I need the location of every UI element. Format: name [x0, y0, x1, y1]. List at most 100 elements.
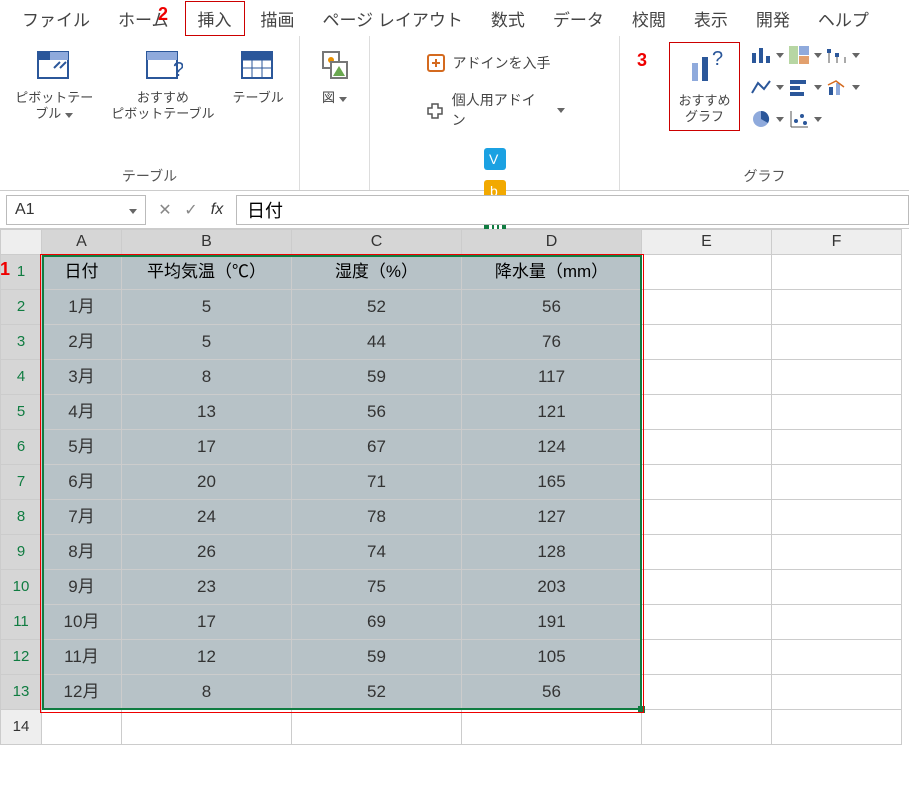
- cell-F5[interactable]: [772, 395, 902, 430]
- cell-A14[interactable]: [42, 710, 122, 745]
- cell-D14[interactable]: [462, 710, 642, 745]
- cell-C1[interactable]: 湿度（%）: [292, 255, 462, 290]
- cell-A13[interactable]: 12月: [42, 675, 122, 710]
- menu-review[interactable]: 校閲: [620, 2, 678, 35]
- cell-E11[interactable]: [642, 605, 772, 640]
- cell-C12[interactable]: 59: [292, 640, 462, 675]
- cell-C13[interactable]: 52: [292, 675, 462, 710]
- row-header[interactable]: 2: [0, 290, 42, 325]
- menu-pagelayout[interactable]: ページ レイアウト: [311, 2, 475, 35]
- cell-A7[interactable]: 6月: [42, 465, 122, 500]
- name-box[interactable]: A1: [6, 195, 146, 225]
- enter-icon[interactable]: ✓: [180, 200, 202, 220]
- bing-maps-icon[interactable]: V: [478, 146, 512, 172]
- cell-A1[interactable]: 日付: [42, 255, 122, 290]
- cell-E14[interactable]: [642, 710, 772, 745]
- cell-F9[interactable]: [772, 535, 902, 570]
- cell-B14[interactable]: [122, 710, 292, 745]
- col-header-F[interactable]: F: [772, 229, 902, 255]
- menu-developer[interactable]: 開発: [744, 2, 802, 35]
- row-header[interactable]: 9: [0, 535, 42, 570]
- col-header-A[interactable]: A: [42, 229, 122, 255]
- cell-D12[interactable]: 105: [462, 640, 642, 675]
- cell-B3[interactable]: 5: [122, 325, 292, 360]
- cell-A11[interactable]: 10月: [42, 605, 122, 640]
- cell-A4[interactable]: 3月: [42, 360, 122, 395]
- cell-C6[interactable]: 67: [292, 430, 462, 465]
- cell-F7[interactable]: [772, 465, 902, 500]
- cell-D7[interactable]: 165: [462, 465, 642, 500]
- cell-F10[interactable]: [772, 570, 902, 605]
- cell-C5[interactable]: 56: [292, 395, 462, 430]
- cell-B9[interactable]: 26: [122, 535, 292, 570]
- cell-E5[interactable]: [642, 395, 772, 430]
- table-button[interactable]: テーブル: [227, 42, 290, 110]
- col-header-B[interactable]: B: [122, 229, 292, 255]
- cell-B6[interactable]: 17: [122, 430, 292, 465]
- cell-E1[interactable]: [642, 255, 772, 290]
- row-header[interactable]: 3: [0, 325, 42, 360]
- row-header[interactable]: 7: [0, 465, 42, 500]
- get-addins-button[interactable]: アドインを入手: [421, 50, 555, 76]
- cell-F6[interactable]: [772, 430, 902, 465]
- cell-B13[interactable]: 8: [122, 675, 292, 710]
- line-chart-icon[interactable]: [750, 74, 784, 100]
- row-header[interactable]: 4: [0, 360, 42, 395]
- row-header[interactable]: 6: [0, 430, 42, 465]
- scatter-chart-icon[interactable]: [788, 106, 822, 132]
- my-addins-button[interactable]: 個人用アドイン: [421, 88, 569, 132]
- cell-F1[interactable]: [772, 255, 902, 290]
- formula-input[interactable]: [236, 195, 909, 225]
- cell-D10[interactable]: 203: [462, 570, 642, 605]
- select-all-corner[interactable]: [0, 229, 42, 255]
- menu-draw[interactable]: 描画: [249, 2, 307, 35]
- cell-F11[interactable]: [772, 605, 902, 640]
- row-header[interactable]: 11: [0, 605, 42, 640]
- cell-E13[interactable]: [642, 675, 772, 710]
- illustrations-button[interactable]: 図: [309, 42, 361, 110]
- fx-icon[interactable]: fx: [206, 201, 228, 219]
- cell-E7[interactable]: [642, 465, 772, 500]
- menu-file[interactable]: ファイル: [10, 2, 102, 35]
- cell-B8[interactable]: 24: [122, 500, 292, 535]
- col-header-D[interactable]: D: [462, 229, 642, 255]
- cell-E12[interactable]: [642, 640, 772, 675]
- cell-B5[interactable]: 13: [122, 395, 292, 430]
- cell-E9[interactable]: [642, 535, 772, 570]
- cell-C3[interactable]: 44: [292, 325, 462, 360]
- cell-B12[interactable]: 12: [122, 640, 292, 675]
- cell-D1[interactable]: 降水量（mm）: [462, 255, 642, 290]
- col-header-C[interactable]: C: [292, 229, 462, 255]
- menu-home[interactable]: ホーム: [106, 2, 181, 35]
- cell-D3[interactable]: 76: [462, 325, 642, 360]
- cell-A3[interactable]: 2月: [42, 325, 122, 360]
- cell-E2[interactable]: [642, 290, 772, 325]
- row-header[interactable]: 13: [0, 675, 42, 710]
- column-chart-icon[interactable]: [750, 42, 784, 68]
- cell-D11[interactable]: 191: [462, 605, 642, 640]
- cell-C4[interactable]: 59: [292, 360, 462, 395]
- recommended-charts-button[interactable]: ? おすすめ グラフ: [672, 45, 736, 128]
- menu-help[interactable]: ヘルプ: [806, 2, 881, 35]
- cell-A10[interactable]: 9月: [42, 570, 122, 605]
- cell-B2[interactable]: 5: [122, 290, 292, 325]
- cell-C14[interactable]: [292, 710, 462, 745]
- row-header[interactable]: 10: [0, 570, 42, 605]
- cell-D4[interactable]: 117: [462, 360, 642, 395]
- cell-F2[interactable]: [772, 290, 902, 325]
- cell-E8[interactable]: [642, 500, 772, 535]
- name-box-dropdown-icon[interactable]: [125, 201, 137, 219]
- menu-data[interactable]: データ: [541, 2, 616, 35]
- cell-D9[interactable]: 128: [462, 535, 642, 570]
- row-header[interactable]: 12: [0, 640, 42, 675]
- cell-F3[interactable]: [772, 325, 902, 360]
- menu-insert[interactable]: 挿入: [185, 1, 245, 36]
- pivot-table-button[interactable]: ピボットテー ブル: [9, 42, 99, 125]
- cell-E3[interactable]: [642, 325, 772, 360]
- cell-C10[interactable]: 75: [292, 570, 462, 605]
- cell-A5[interactable]: 4月: [42, 395, 122, 430]
- row-header[interactable]: 5: [0, 395, 42, 430]
- cell-B4[interactable]: 8: [122, 360, 292, 395]
- cell-A8[interactable]: 7月: [42, 500, 122, 535]
- cell-D5[interactable]: 121: [462, 395, 642, 430]
